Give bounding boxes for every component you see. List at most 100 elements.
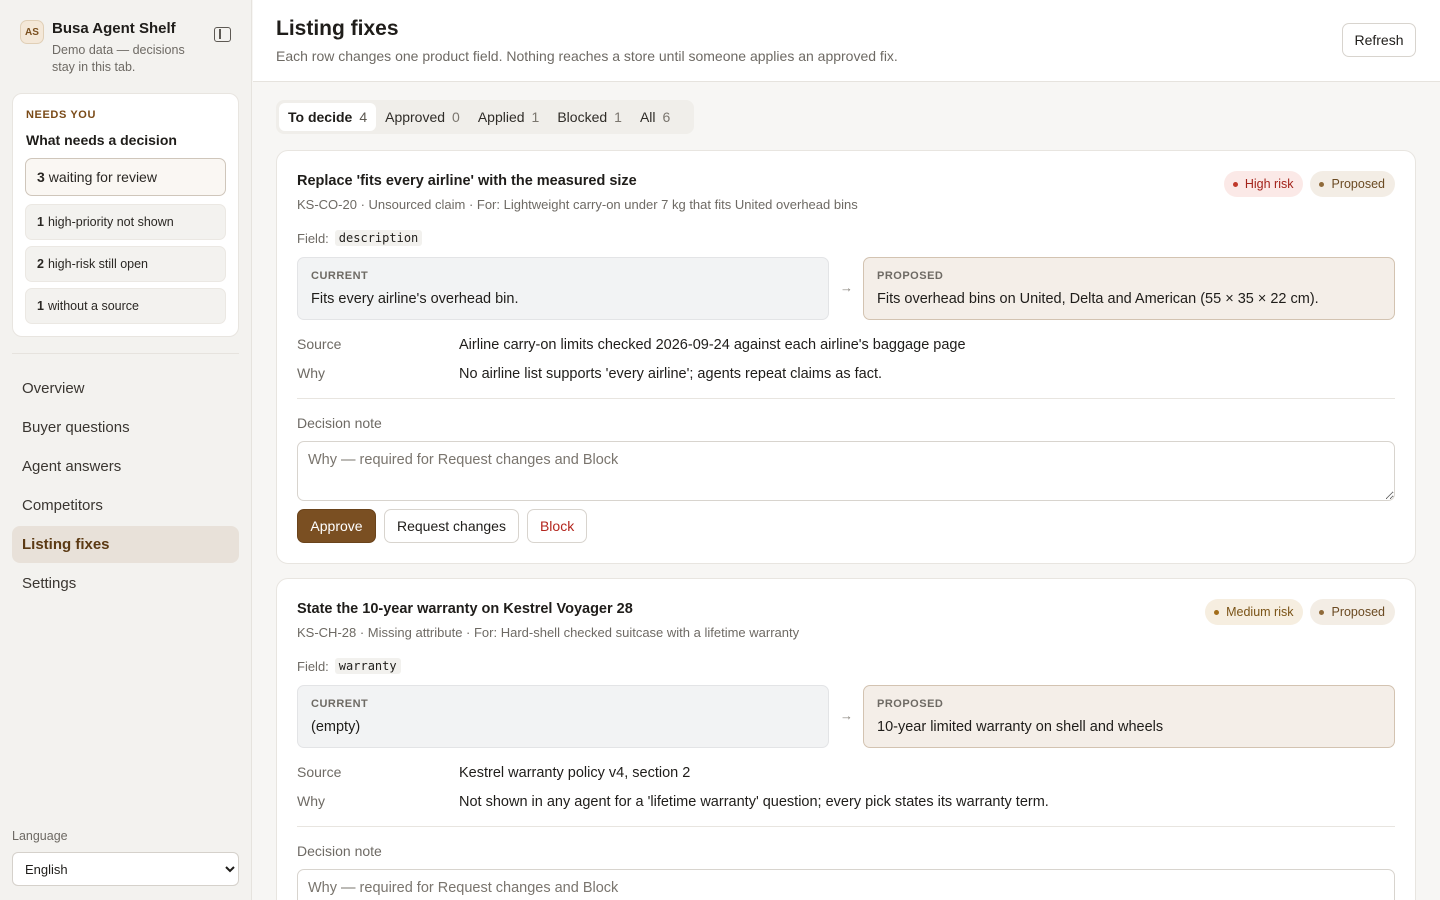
fix-badges: Medium risk Proposed [1205, 599, 1395, 625]
brand-name: Busa Agent Shelf [52, 20, 176, 37]
field-name: warranty [334, 658, 401, 674]
current-value: Fits every airline's overhead bin. [311, 291, 519, 307]
current-value: (empty) [311, 719, 361, 735]
needs-item-high-risk[interactable]: 2 high-risk still open [25, 246, 226, 282]
needs-item-label: waiting for review [48, 169, 157, 185]
tab-count: 6 [662, 109, 671, 125]
fix-badges: High risk Proposed [1223, 171, 1395, 197]
needs-item-label: high-risk still open [47, 257, 148, 271]
risk-dot-icon [1232, 181, 1238, 187]
page-header: Listing fixes Each row changes one produ… [253, 0, 1440, 82]
proposed-label: PROPOSED [877, 270, 944, 282]
page-subtitle: Each row changes one product field. Noth… [276, 48, 898, 64]
source-value: Airline carry-on limits checked 2026-09-… [459, 337, 966, 353]
proposed-label: PROPOSED [877, 698, 944, 710]
tab-label: To decide [288, 109, 353, 125]
block-button[interactable]: Block [526, 509, 588, 543]
tab-label: Blocked [557, 109, 608, 125]
field-label: Field: [297, 230, 329, 246]
status-dot-icon [1319, 181, 1325, 187]
needs-item-count: 1 [37, 215, 44, 229]
needs-item-high-priority[interactable]: 1 high-priority not shown [25, 204, 226, 240]
tab-to-decide[interactable]: To decide 4 [279, 103, 377, 131]
tab-count: 1 [531, 109, 540, 125]
brand: AS Busa Agent Shelf Demo data — decision… [20, 18, 240, 78]
tab-count: 1 [614, 109, 622, 125]
why-value: No airline list supports 'every airline'… [459, 366, 882, 382]
arrow-right-icon: → [840, 708, 853, 723]
proposed-value: 10-year limited warranty on shell and wh… [877, 719, 1164, 735]
tab-all[interactable]: All 6 [631, 103, 679, 131]
current-value-box: CURRENT Fits every airline's overhead bi… [297, 257, 829, 320]
status-dot-icon [1319, 609, 1325, 615]
tab-approved[interactable]: Approved 0 [376, 103, 469, 131]
status-badge: Proposed [1310, 599, 1395, 625]
needs-item-count: 3 [37, 169, 45, 185]
decision-actions: Approve Request changes Block [297, 509, 588, 543]
decision-note-input[interactable] [297, 441, 1395, 501]
status-badge-label: Proposed [1331, 605, 1385, 619]
tab-label: All [639, 109, 656, 125]
refresh-button[interactable]: Refresh [1342, 23, 1416, 57]
needs-item-without-source[interactable]: 1 without a source [25, 288, 226, 324]
nav-item-settings[interactable]: Settings [12, 565, 239, 602]
tab-applied[interactable]: Applied 1 [469, 103, 549, 131]
fix-title: Replace 'fits every airline' with the me… [297, 173, 637, 189]
decision-note-input[interactable] [297, 869, 1395, 900]
nav-item-competitors[interactable]: Competitors [12, 487, 239, 524]
risk-badge: High risk [1223, 171, 1304, 197]
needs-eyebrow: NEEDS YOU [26, 109, 96, 121]
decision-note-label: Decision note [297, 843, 382, 859]
sidebar-toggle-icon[interactable] [214, 27, 231, 42]
brand-subtitle: Demo data — decisions stay in this tab. [52, 43, 185, 74]
needs-title: What needs a decision [26, 132, 177, 148]
why-label: Why [297, 793, 325, 809]
current-value-box: CURRENT (empty) [297, 685, 829, 748]
risk-dot-icon [1214, 609, 1220, 615]
tab-count: 0 [452, 109, 460, 125]
request-changes-button[interactable]: Request changes [384, 509, 519, 543]
language-label: Language [12, 829, 68, 843]
why-value: Not shown in any agent for a 'lifetime w… [459, 794, 1049, 810]
tab-blocked[interactable]: Blocked 1 [548, 103, 631, 131]
nav-item-listing-fixes[interactable]: Listing fixes [12, 526, 239, 563]
page-title: Listing fixes [276, 17, 399, 40]
current-label: CURRENT [311, 270, 369, 282]
fix-card: Replace 'fits every airline' with the me… [276, 150, 1416, 564]
needs-item-waiting-review[interactable]: 3 waiting for review [25, 158, 226, 196]
field-name: description [334, 230, 423, 246]
field-label: Field: [297, 658, 329, 674]
fix-meta: KS-CO-20 · Unsourced claim · For: Lightw… [297, 197, 858, 212]
risk-badge: Medium risk [1205, 599, 1304, 625]
nav-item-agent-answers[interactable]: Agent answers [12, 448, 239, 485]
nav-item-overview[interactable]: Overview [12, 370, 239, 407]
decision-note-label: Decision note [297, 415, 382, 431]
tab-count: 4 [359, 109, 368, 125]
approve-button[interactable]: Approve [297, 509, 376, 543]
status-badge-label: Proposed [1331, 177, 1385, 191]
status-badge: Proposed [1310, 171, 1395, 197]
source-label: Source [297, 336, 342, 352]
fix-title: State the 10-year warranty on Kestrel Vo… [297, 601, 633, 617]
sidebar-divider [12, 353, 239, 354]
divider [297, 398, 1395, 399]
arrow-right-icon: → [840, 280, 853, 295]
source-value: Kestrel warranty policy v4, section 2 [459, 765, 691, 781]
sidebar: AS Busa Agent Shelf Demo data — decision… [0, 0, 252, 900]
needs-decision-card: NEEDS YOU What needs a decision 3 waitin… [12, 93, 239, 337]
proposed-value-box: PROPOSED Fits overhead bins on United, D… [863, 257, 1395, 320]
source-label: Source [297, 764, 342, 780]
needs-item-count: 2 [37, 257, 44, 271]
tab-label: Approved [385, 109, 446, 125]
language-select[interactable]: English [12, 852, 239, 886]
status-tabs: To decide 4 Approved 0 Applied 1 Blocked 1 A… [276, 100, 694, 134]
risk-badge-label: High risk [1244, 177, 1294, 191]
proposed-value: Fits overhead bins on United, Delta and … [877, 291, 1319, 307]
why-label: Why [297, 365, 325, 381]
field-row: Field: description [297, 230, 423, 246]
fix-card: State the 10-year warranty on Kestrel Vo… [276, 578, 1416, 900]
nav-item-buyer-questions[interactable]: Buyer questions [12, 409, 239, 446]
needs-item-count: 1 [37, 299, 44, 313]
sidebar-nav: Overview Buyer questions Agent answers C… [12, 370, 239, 604]
proposed-value-box: PROPOSED 10-year limited warranty on she… [863, 685, 1395, 748]
